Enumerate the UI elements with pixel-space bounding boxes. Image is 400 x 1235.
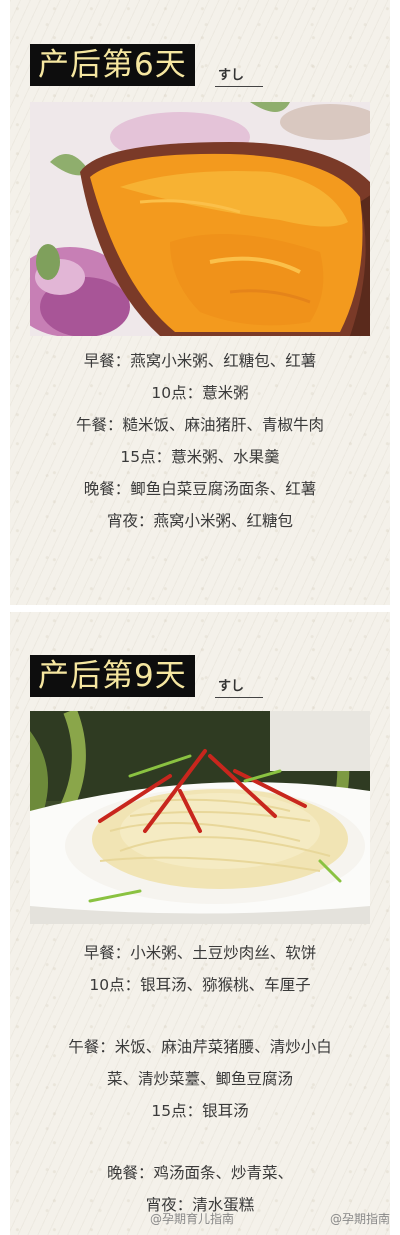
day9-menu-line: 午餐：米饭、麻油芹菜猪腰、清炒小白 [68, 1038, 332, 1056]
day9-menu-line: 早餐：小米粥、土豆炒肉丝、软饼 [83, 944, 317, 962]
sweet-potato-photo [30, 102, 370, 336]
day9-menu-line: 10点：银耳汤、猕猴桃、车厘子 [89, 976, 311, 994]
watermark-left: @孕期育儿指南 [150, 1212, 235, 1226]
day6-title-suffix: すし [218, 68, 245, 83]
day9-title-block: 产后第9天 [30, 655, 195, 697]
day6-menu: 早餐：燕窝小米粥、红糖包、红薯 10点：薏米粥 午餐：糙米饭、麻油猪肝、青椒牛肉… [10, 345, 390, 537]
day6-menu-line: 早餐：燕窝小米粥、红糖包、红薯 [83, 352, 317, 370]
day9-menu-line: 晚餐：鸡汤面条、炒青菜、 [106, 1164, 293, 1182]
day9-title-suffix: すし [218, 679, 245, 694]
day6-menu-line: 宵夜：燕窝小米粥、红糖包 [106, 512, 293, 530]
day9-menu-line: 15点：银耳汤 [151, 1102, 249, 1120]
day9-card: 产后第9天 すし 早餐：小米粥、土豆炒肉丝、软饼 10点：银耳汤、猕猴桃、车厘子… [10, 612, 390, 1235]
day6-title: 产后第6天 [38, 47, 187, 83]
day9-title-rule [215, 697, 263, 698]
day6-menu-line: 10点：薏米粥 [151, 384, 249, 402]
day6-title-rule [215, 86, 263, 87]
menu-spacer [10, 1001, 390, 1031]
day9-menu: 早餐：小米粥、土豆炒肉丝、软饼 10点：银耳汤、猕猴桃、车厘子 午餐：米饭、麻油… [10, 937, 390, 1221]
day6-title-block: 产后第6天 [30, 44, 195, 86]
menu-spacer [10, 1127, 390, 1157]
day6-menu-line: 午餐：糙米饭、麻油猪肝、青椒牛肉 [75, 416, 324, 434]
day6-card: 产后第6天 すし 早餐：燕窝小米粥、红糖包、红薯 10点：薏米粥 午餐：糙米饭、… [10, 0, 390, 605]
shredded-potato-photo [30, 711, 370, 924]
page: 产后第6天 すし 早餐：燕窝小米粥、红糖包、红薯 10点：薏米粥 午餐：糙米饭、… [0, 0, 400, 1235]
day6-menu-line: 15点：薏米粥、水果羹 [120, 448, 280, 466]
day9-title: 产后第9天 [38, 658, 187, 694]
day9-menu-line: 菜、清炒菜薹、鲫鱼豆腐汤 [106, 1070, 293, 1088]
watermark-right: @孕期指南 [330, 1212, 391, 1226]
day6-menu-line: 晚餐：鲫鱼白菜豆腐汤面条、红薯 [83, 480, 317, 498]
